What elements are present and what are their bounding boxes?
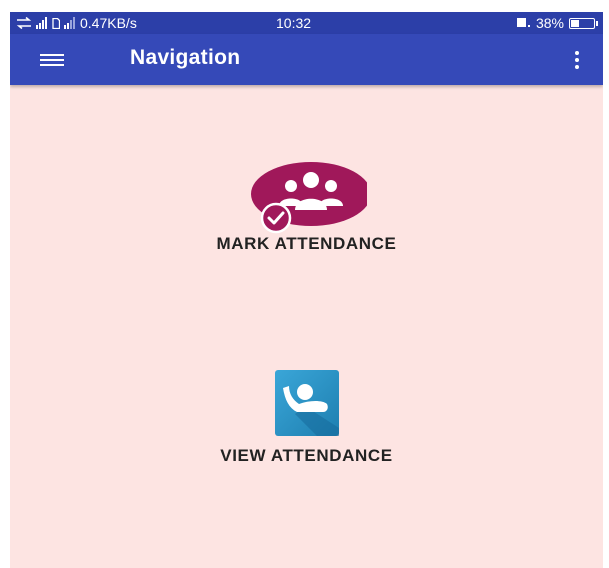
- view-attendance-label: VIEW ATTENDANCE: [220, 446, 393, 465]
- more-vert-icon[interactable]: [569, 47, 585, 73]
- mark-attendance-button[interactable]: MARK ATTENDANCE: [10, 162, 603, 254]
- notification-icon: [516, 18, 530, 27]
- raised-hand-icon: [274, 370, 339, 436]
- signal-strength-icon: [36, 17, 47, 29]
- page-title: Navigation: [130, 46, 241, 69]
- battery-icon: [569, 17, 598, 29]
- data-transfer-icon: [16, 17, 32, 29]
- battery-level: [571, 19, 579, 27]
- battery-percent: 38%: [535, 15, 564, 31]
- second-signal-icon: [64, 17, 75, 29]
- status-time: 10:32: [276, 15, 312, 31]
- status-bar: 0.47KB/s 10:32 38%: [10, 12, 603, 34]
- hamburger-menu-icon[interactable]: [32, 48, 72, 72]
- app-screen: 0.47KB/s 10:32 38% Navigation MARK ATTEN…: [10, 12, 603, 568]
- status-left-indicators: 0.47KB/s: [16, 15, 137, 31]
- status-right-indicators: 38%: [513, 15, 598, 31]
- sim-icon: [52, 17, 60, 29]
- data-speed: 0.47KB/s: [80, 15, 137, 31]
- view-attendance-button[interactable]: VIEW ATTENDANCE: [10, 370, 603, 466]
- mark-attendance-label: MARK ATTENDANCE: [216, 234, 397, 253]
- group-check-icon: [250, 162, 367, 234]
- app-bar: Navigation: [10, 34, 603, 85]
